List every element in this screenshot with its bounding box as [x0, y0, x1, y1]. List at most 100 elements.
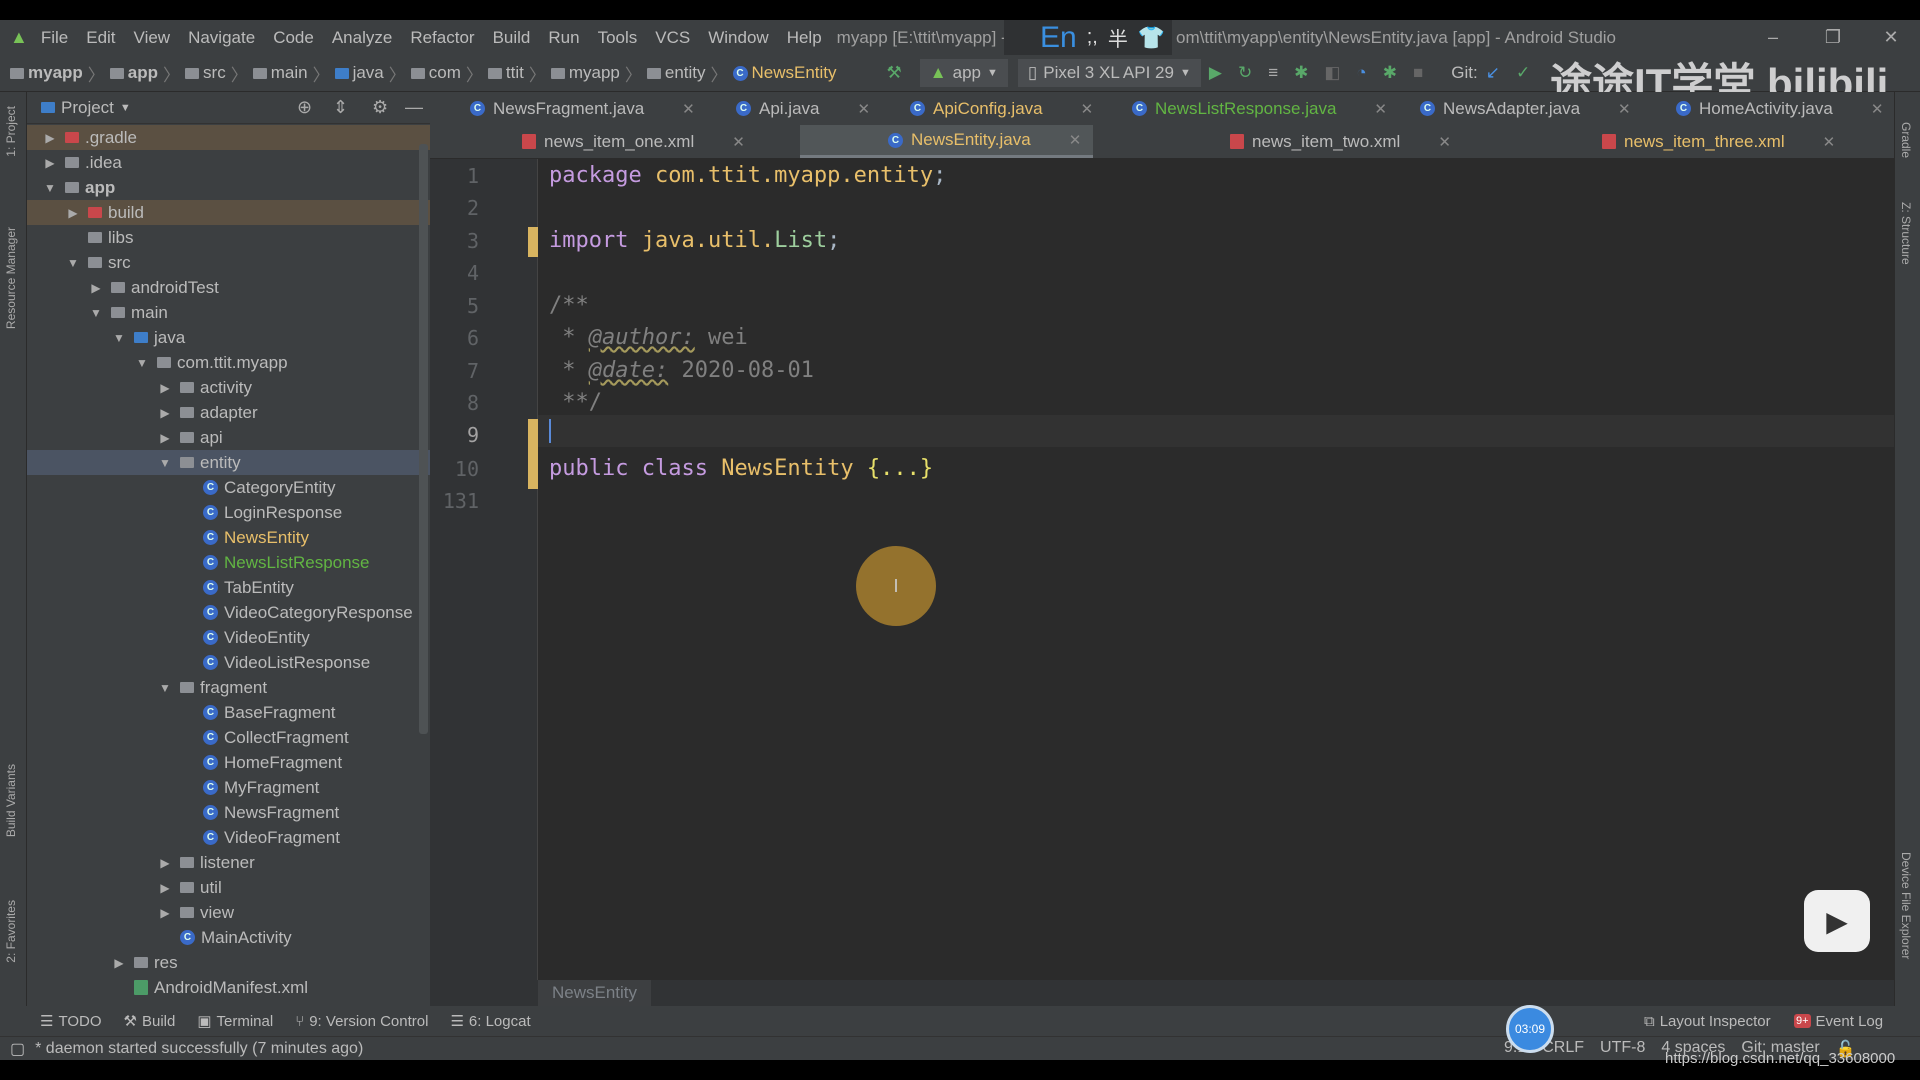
menu-help[interactable]: Help — [778, 28, 831, 48]
breadcrumb-entity[interactable]: entity — [646, 63, 706, 83]
editor-tab[interactable]: C NewsFragment.java ✕ — [470, 92, 695, 125]
expand-arrow-icon[interactable]: ▶ — [43, 131, 57, 145]
editor-tab[interactable]: C NewsListResponse.java ✕ — [1132, 92, 1387, 125]
expand-arrow-icon[interactable]: ▶ — [158, 431, 172, 445]
file-encoding[interactable]: UTF-8 — [1600, 1039, 1645, 1059]
attach-debugger-icon[interactable]: ✱ — [1383, 63, 1397, 83]
tree-item[interactable]: ▶ build — [27, 200, 430, 225]
tree-item[interactable]: C CollectFragment — [27, 725, 430, 750]
version-control-tab[interactable]: ⑂ 9: Version Control — [295, 1013, 428, 1030]
close-tab-icon[interactable]: ✕ — [682, 100, 695, 118]
run-config-select[interactable]: ▲ app ▼ — [919, 59, 1008, 87]
expand-arrow-icon[interactable]: ▼ — [112, 331, 126, 345]
stripe-favorites[interactable]: 2: Favorites — [4, 900, 18, 963]
expand-arrow-icon[interactable]: ▶ — [89, 281, 103, 295]
tree-item[interactable]: ▶ api — [27, 425, 430, 450]
code-editor[interactable]: 1 2 3 4 5 6 7 8 9 10 131 package com.ttit.myapp.en… — [430, 159, 1894, 980]
breadcrumb-src[interactable]: src — [185, 63, 226, 83]
expand-arrow-icon[interactable]: ▶ — [158, 381, 172, 395]
close-tab-icon[interactable]: ✕ — [857, 100, 870, 118]
menu-file[interactable]: File — [32, 28, 77, 48]
stripe-project[interactable]: 1: Project — [4, 106, 18, 157]
coverage-icon[interactable]: ◧ — [1324, 63, 1340, 83]
tree-item[interactable]: ▼ src — [27, 250, 430, 275]
tree-item[interactable]: ▼ java — [27, 325, 430, 350]
menu-view[interactable]: View — [125, 28, 180, 48]
close-tab-icon[interactable]: ✕ — [1618, 100, 1631, 118]
apply-code-changes-icon[interactable]: ≡ — [1268, 63, 1278, 83]
tree-item[interactable]: C NewsFragment — [27, 800, 430, 825]
menu-vcs[interactable]: VCS — [646, 28, 699, 48]
git-update-icon[interactable]: ↙ — [1486, 63, 1500, 83]
todo-tab[interactable]: ☰ TODO — [40, 1012, 102, 1031]
close-tab-icon[interactable]: ✕ — [1069, 131, 1082, 149]
ime-punct-icon[interactable]: ;, — [1087, 26, 1098, 49]
stripe-build-variants[interactable]: Build Variants — [4, 764, 18, 837]
breadcrumb-app[interactable]: app — [109, 63, 158, 83]
expand-arrow-icon[interactable]: ▼ — [89, 306, 103, 320]
tree-item[interactable]: C TabEntity — [27, 575, 430, 600]
tree-item[interactable]: ▼ entity — [27, 450, 430, 475]
expand-arrow-icon[interactable]: ▶ — [112, 956, 126, 970]
menu-refactor[interactable]: Refactor — [401, 28, 483, 48]
close-tab-icon[interactable]: ✕ — [1374, 100, 1387, 118]
close-tab-icon[interactable]: ✕ — [732, 133, 745, 151]
terminal-tab[interactable]: ▣ Terminal — [197, 1012, 273, 1031]
tree-item[interactable]: C HomeFragment — [27, 750, 430, 775]
breadcrumb-newsentity[interactable]: C NewsEntity — [732, 63, 837, 83]
expand-arrow-icon[interactable]: ▶ — [66, 206, 80, 220]
locate-icon[interactable]: ⊕ — [297, 97, 312, 118]
tree-item[interactable]: ▼ com.ttit.myapp — [27, 350, 430, 375]
tree-item[interactable]: C BaseFragment — [27, 700, 430, 725]
status-toggle-icon[interactable]: ▢ — [10, 1039, 25, 1059]
tree-item[interactable]: ▶ .idea — [27, 150, 430, 175]
tree-item[interactable]: ▼ fragment — [27, 675, 430, 700]
stripe-resource-manager[interactable]: Resource Manager — [4, 227, 18, 329]
close-tab-icon[interactable]: ✕ — [1438, 133, 1451, 151]
expand-arrow-icon[interactable]: ▶ — [158, 856, 172, 870]
tree-item[interactable]: ▶ util — [27, 875, 430, 900]
tree-item[interactable]: C NewsListResponse — [27, 550, 430, 575]
tree-item[interactable]: C NewsEntity — [27, 525, 430, 550]
menu-navigate[interactable]: Navigate — [179, 28, 264, 48]
editor-tab[interactable]: C NewsAdapter.java ✕ — [1420, 92, 1631, 125]
build-tab[interactable]: ⚒ Build — [124, 1012, 176, 1031]
tree-item[interactable]: C LoginResponse — [27, 500, 430, 525]
editor-tab[interactable]: C Api.java ✕ — [736, 92, 870, 125]
event-log-tab[interactable]: 9+ Event Log — [1794, 1013, 1883, 1030]
project-view-select[interactable]: Project — [61, 98, 114, 118]
stripe-device-file-explorer[interactable]: Device File Explorer — [1899, 852, 1913, 959]
stripe-structure[interactable]: Z: Structure — [1899, 202, 1913, 265]
tree-item[interactable]: ▶ activity — [27, 375, 430, 400]
tree-item[interactable]: ▼ main — [27, 300, 430, 325]
breadcrumb-myapp-pkg[interactable]: myapp — [550, 63, 620, 83]
breadcrumb-com[interactable]: com — [410, 63, 461, 83]
breadcrumb-myapp[interactable]: myapp — [10, 63, 83, 83]
tree-item[interactable]: ▼ app — [27, 175, 430, 200]
expand-arrow-icon[interactable]: ▼ — [43, 181, 57, 195]
tree-item[interactable]: ▶ res — [27, 950, 430, 975]
expand-arrow-icon[interactable]: ▶ — [43, 156, 57, 170]
menu-tools[interactable]: Tools — [589, 28, 647, 48]
tree-item[interactable]: ▶ adapter — [27, 400, 430, 425]
expand-arrow-icon[interactable]: ▼ — [135, 356, 149, 370]
project-scrollbar[interactable] — [419, 144, 428, 734]
editor-tab[interactable]: C NewsEntity.java ✕ — [800, 125, 1094, 158]
tree-item[interactable]: C MainActivity — [27, 925, 430, 950]
menu-window[interactable]: Window — [699, 28, 777, 48]
profile-icon[interactable]: ◔ — [1356, 63, 1366, 83]
close-tab-icon[interactable]: ✕ — [1871, 100, 1884, 118]
tree-item[interactable]: C CategoryEntity — [27, 475, 430, 500]
stop-icon[interactable]: ■ — [1413, 63, 1423, 83]
logcat-tab[interactable]: ☰ 6: Logcat — [450, 1012, 530, 1031]
hide-panel-icon[interactable]: — — [405, 97, 423, 118]
git-commit-icon[interactable]: ✓ — [1516, 63, 1530, 83]
expand-arrow-icon[interactable]: ▼ — [158, 456, 172, 470]
debug-icon[interactable]: ✱ — [1294, 63, 1308, 83]
apply-changes-icon[interactable]: ↻ — [1238, 63, 1252, 83]
breadcrumb-main[interactable]: main — [252, 63, 308, 83]
gear-icon[interactable]: ⚙ — [372, 97, 388, 118]
tree-item[interactable]: ▶ listener — [27, 850, 430, 875]
close-tab-icon[interactable]: ✕ — [1081, 100, 1094, 118]
editor-tab[interactable]: news_item_three.xml ✕ — [1602, 125, 1835, 158]
